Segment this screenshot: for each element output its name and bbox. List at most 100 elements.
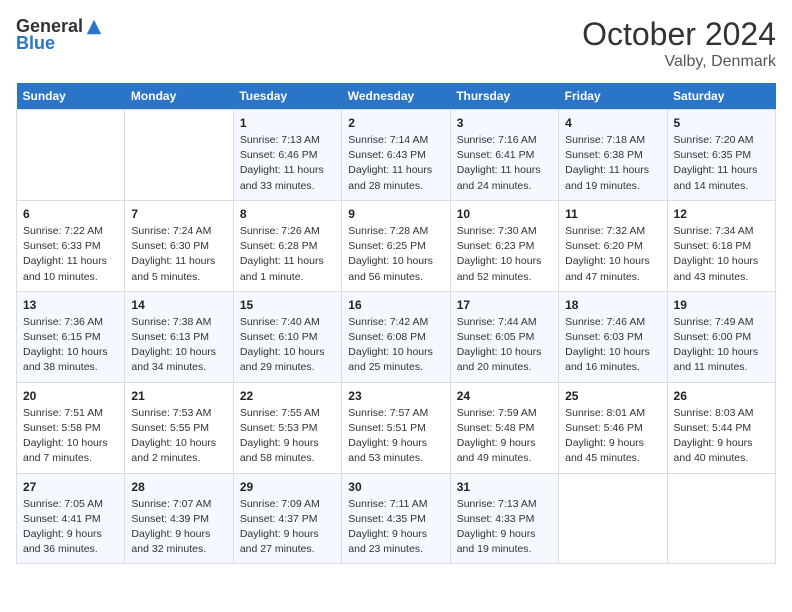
day-info: Sunrise: 7:22 AM Sunset: 6:33 PM Dayligh… [23,224,118,285]
day-info: Sunrise: 7:59 AM Sunset: 5:48 PM Dayligh… [457,406,552,467]
calendar-day-cell: 11Sunrise: 7:32 AM Sunset: 6:20 PM Dayli… [559,200,667,291]
calendar-day-cell: 17 Sunrise: 7:44 AM Sunset: 6:05 PM Dayli… [450,291,558,382]
calendar-day-cell: 14Sunrise: 7:38 AM Sunset: 6:13 PM Dayli… [125,291,233,382]
day-info: Sunrise: 7:30 AM Sunset: 6:23 PM Dayligh… [457,224,552,285]
calendar-body: 1Sunrise: 7:13 AM Sunset: 6:46 PM Daylig… [17,110,776,564]
day-info: Sunrise: 7:07 AM Sunset: 4:39 PM Dayligh… [131,497,226,558]
calendar-day-cell: 10 Sunrise: 7:30 AM Sunset: 6:23 PM Dayli… [450,200,558,291]
day-number: 18 [565,298,660,312]
day-number: 9 [348,207,443,221]
day-number: 4 [565,116,660,130]
day-info: Sunrise: 7:42 AM Sunset: 6:08 PM Dayligh… [348,315,443,376]
weekday-header: Friday [559,83,667,110]
day-info: Sunrise: 8:03 AM Sunset: 5:44 PM Dayligh… [674,406,769,467]
title-block: October 2024 Valby, Denmark [582,16,776,71]
day-number: 31 [457,480,552,494]
day-number: 6 [23,207,118,221]
day-number: 28 [131,480,226,494]
weekday-header: Sunday [17,83,125,110]
day-number: 14 [131,298,226,312]
logo-icon [85,18,103,36]
day-info: Sunrise: 7:18 AM Sunset: 6:38 PM Dayligh… [565,133,660,194]
weekday-header: Thursday [450,83,558,110]
day-number: 16 [348,298,443,312]
calendar-day-cell: 27 Sunrise: 7:05 AM Sunset: 4:41 PM Dayli… [17,473,125,564]
calendar-week-row: 27 Sunrise: 7:05 AM Sunset: 4:41 PM Dayli… [17,473,776,564]
calendar-day-cell: 5 Sunrise: 7:20 AM Sunset: 6:35 PM Daylig… [667,110,775,201]
day-info: Sunrise: 7:44 AM Sunset: 6:05 PM Dayligh… [457,315,552,376]
day-number: 8 [240,207,335,221]
calendar-day-cell: 29 Sunrise: 7:09 AM Sunset: 4:37 PM Dayli… [233,473,341,564]
day-info: Sunrise: 7:05 AM Sunset: 4:41 PM Dayligh… [23,497,118,558]
calendar-day-cell: 2Sunrise: 7:14 AM Sunset: 6:43 PM Daylig… [342,110,450,201]
calendar-day-cell: 26 Sunrise: 8:03 AM Sunset: 5:44 PM Dayli… [667,382,775,473]
calendar-day-cell [667,473,775,564]
calendar-day-cell: 4 Sunrise: 7:18 AM Sunset: 6:38 PM Daylig… [559,110,667,201]
day-info: Sunrise: 7:09 AM Sunset: 4:37 PM Dayligh… [240,497,335,558]
calendar-day-cell [17,110,125,201]
calendar-week-row: 20 Sunrise: 7:51 AM Sunset: 5:58 PM Dayli… [17,382,776,473]
calendar-day-cell: 30Sunrise: 7:11 AM Sunset: 4:35 PM Dayli… [342,473,450,564]
calendar-day-cell: 6 Sunrise: 7:22 AM Sunset: 6:33 PM Daylig… [17,200,125,291]
calendar-day-cell: 24 Sunrise: 7:59 AM Sunset: 5:48 PM Dayli… [450,382,558,473]
month-title: October 2024 [582,16,776,53]
day-info: Sunrise: 8:01 AM Sunset: 5:46 PM Dayligh… [565,406,660,467]
day-number: 15 [240,298,335,312]
day-info: Sunrise: 7:34 AM Sunset: 6:18 PM Dayligh… [674,224,769,285]
day-number: 29 [240,480,335,494]
day-info: Sunrise: 7:16 AM Sunset: 6:41 PM Dayligh… [457,133,552,194]
day-number: 26 [674,389,769,403]
day-info: Sunrise: 7:26 AM Sunset: 6:28 PM Dayligh… [240,224,335,285]
calendar-day-cell: 9Sunrise: 7:28 AM Sunset: 6:25 PM Daylig… [342,200,450,291]
day-info: Sunrise: 7:13 AM Sunset: 4:33 PM Dayligh… [457,497,552,558]
weekday-header: Saturday [667,83,775,110]
day-info: Sunrise: 7:20 AM Sunset: 6:35 PM Dayligh… [674,133,769,194]
calendar-day-cell: 28 Sunrise: 7:07 AM Sunset: 4:39 PM Dayli… [125,473,233,564]
calendar-day-cell: 16 Sunrise: 7:42 AM Sunset: 6:08 PM Dayli… [342,291,450,382]
day-number: 19 [674,298,769,312]
calendar-day-cell: 3 Sunrise: 7:16 AM Sunset: 6:41 PM Daylig… [450,110,558,201]
day-number: 3 [457,116,552,130]
calendar-table: SundayMondayTuesdayWednesdayThursdayFrid… [16,83,776,564]
day-number: 21 [131,389,226,403]
logo: General Blue [16,16,103,54]
day-number: 10 [457,207,552,221]
weekday-header: Wednesday [342,83,450,110]
day-number: 27 [23,480,118,494]
day-number: 17 [457,298,552,312]
calendar-day-cell: 31 Sunrise: 7:13 AM Sunset: 4:33 PM Dayli… [450,473,558,564]
day-number: 30 [348,480,443,494]
day-info: Sunrise: 7:57 AM Sunset: 5:51 PM Dayligh… [348,406,443,467]
day-number: 22 [240,389,335,403]
calendar-day-cell: 8 Sunrise: 7:26 AM Sunset: 6:28 PM Daylig… [233,200,341,291]
location: Valby, Denmark [582,53,776,71]
day-info: Sunrise: 7:49 AM Sunset: 6:00 PM Dayligh… [674,315,769,376]
day-number: 13 [23,298,118,312]
day-info: Sunrise: 7:46 AM Sunset: 6:03 PM Dayligh… [565,315,660,376]
day-info: Sunrise: 7:53 AM Sunset: 5:55 PM Dayligh… [131,406,226,467]
weekday-header: Monday [125,83,233,110]
page-header: General Blue October 2024 Valby, Denmark [16,16,776,71]
day-number: 5 [674,116,769,130]
calendar-day-cell: 20 Sunrise: 7:51 AM Sunset: 5:58 PM Dayli… [17,382,125,473]
day-number: 24 [457,389,552,403]
weekday-header-row: SundayMondayTuesdayWednesdayThursdayFrid… [17,83,776,110]
day-number: 20 [23,389,118,403]
day-number: 1 [240,116,335,130]
day-info: Sunrise: 7:51 AM Sunset: 5:58 PM Dayligh… [23,406,118,467]
day-number: 12 [674,207,769,221]
weekday-header: Tuesday [233,83,341,110]
day-info: Sunrise: 7:36 AM Sunset: 6:15 PM Dayligh… [23,315,118,376]
calendar-day-cell: 12 Sunrise: 7:34 AM Sunset: 6:18 PM Dayli… [667,200,775,291]
day-number: 25 [565,389,660,403]
calendar-week-row: 13 Sunrise: 7:36 AM Sunset: 6:15 PM Dayli… [17,291,776,382]
calendar-week-row: 6 Sunrise: 7:22 AM Sunset: 6:33 PM Daylig… [17,200,776,291]
calendar-day-cell [125,110,233,201]
calendar-day-cell: 22Sunrise: 7:55 AM Sunset: 5:53 PM Dayli… [233,382,341,473]
day-info: Sunrise: 7:32 AM Sunset: 6:20 PM Dayligh… [565,224,660,285]
calendar-day-cell: 13 Sunrise: 7:36 AM Sunset: 6:15 PM Dayli… [17,291,125,382]
day-number: 23 [348,389,443,403]
day-info: Sunrise: 7:14 AM Sunset: 6:43 PM Dayligh… [348,133,443,194]
calendar-day-cell: 25 Sunrise: 8:01 AM Sunset: 5:46 PM Dayli… [559,382,667,473]
logo-blue-text: Blue [16,33,55,54]
